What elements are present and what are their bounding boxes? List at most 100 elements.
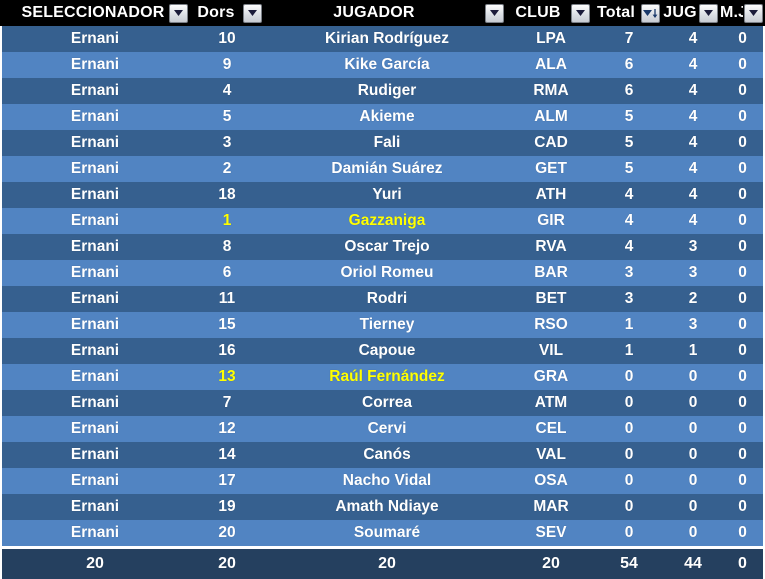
cell-jugador: Oscar Trejo	[344, 238, 430, 255]
table-row[interactable]: Ernani 14 Canós VAL 0 0 0	[2, 442, 763, 468]
cell-total: 1	[624, 316, 634, 333]
table-row[interactable]: Ernani 6 Oriol Romeu BAR 3 3 0	[2, 260, 763, 286]
cell-mj: 0	[738, 108, 747, 125]
cell-total: 7	[624, 30, 634, 47]
cell-club: ALM	[534, 108, 568, 125]
cell-seleccionador: Ernani	[70, 212, 120, 229]
table-row[interactable]: Ernani 11 Rodri BET 3 2 0	[2, 286, 763, 312]
filter-dropdown-icon-jugador[interactable]	[485, 3, 504, 23]
cell-jug: 3	[688, 238, 698, 255]
column-header-total[interactable]: Total	[592, 0, 662, 26]
table-row[interactable]: Ernani 4 Rudiger RMA 6 4 0	[2, 78, 763, 104]
column-header-dorsal[interactable]: Dors	[190, 0, 264, 26]
column-header-label-jugador: JUGADOR	[333, 4, 415, 21]
cell-jug: 4	[688, 30, 698, 47]
cell-total: 5	[624, 160, 634, 177]
table-row[interactable]: Ernani 13 Raúl Fernández GRA 0 0 0	[2, 364, 763, 390]
cell-seleccionador: Ernani	[70, 472, 120, 489]
cell-club: ALA	[535, 56, 567, 73]
cell-jugador: Nacho Vidal	[342, 472, 432, 489]
cell-dorsal: 11	[218, 290, 236, 307]
cell-jug: 4	[688, 82, 698, 99]
cell-seleccionador: Ernani	[70, 420, 120, 437]
cell-dorsal: 20	[218, 524, 236, 541]
filter-dropdown-icon-dorsal[interactable]	[243, 3, 262, 23]
table-row[interactable]: Ernani 7 Correa ATM 0 0 0	[2, 390, 763, 416]
column-header-label-total: Total	[596, 4, 636, 21]
cell-dorsal: 19	[218, 498, 236, 515]
column-header-jugador[interactable]: JUGADOR	[264, 0, 506, 26]
cell-seleccionador: Ernani	[70, 108, 120, 125]
cell-club: SEV	[535, 524, 567, 541]
table-row[interactable]: Ernani 2 Damián Suárez GET 5 4 0	[2, 156, 763, 182]
table-body: Ernani 10 Kirian Rodríguez LPA 7 4 0 Ernani 9 Kik…	[0, 26, 765, 579]
cell-mj: 0	[738, 212, 747, 229]
cell-club: BET	[535, 290, 567, 307]
table-row[interactable]: Ernani 10 Kirian Rodríguez LPA 7 4 0	[2, 26, 763, 52]
cell-dorsal: 12	[218, 420, 236, 437]
cell-total: 4	[624, 212, 634, 229]
cell-seleccionador: Ernani	[70, 290, 120, 307]
table-row[interactable]: Ernani 19 Amath Ndiaye MAR 0 0 0	[2, 494, 763, 520]
column-header-club[interactable]: CLUB	[506, 0, 592, 26]
cell-mj: 0	[738, 368, 747, 385]
table-row[interactable]: Ernani 8 Oscar Trejo RVA 4 3 0	[2, 234, 763, 260]
table-row[interactable]: Ernani 20 Soumaré SEV 0 0 0	[2, 520, 763, 546]
cell-jugador: Correa	[362, 394, 412, 411]
table-row[interactable]: Ernani 17 Nacho Vidal OSA 0 0 0	[2, 468, 763, 494]
cell-total: 3	[624, 290, 634, 307]
cell-jugador: Rudiger	[357, 82, 417, 99]
column-header-jug[interactable]: JUG	[662, 0, 720, 26]
cell-jugador: Kike García	[344, 56, 430, 73]
cell-mj: 0	[738, 56, 747, 73]
cell-total: 0	[624, 446, 634, 463]
filter-dropdown-icon-club[interactable]	[571, 3, 590, 23]
totals-cell-total: 54	[620, 555, 638, 572]
filter-dropdown-icon-jug[interactable]	[699, 3, 718, 23]
cell-mj: 0	[738, 342, 747, 359]
table-row[interactable]: Ernani 12 Cervi CEL 0 0 0	[2, 416, 763, 442]
filter-sort-descending-icon-total[interactable]	[641, 3, 660, 23]
table-row[interactable]: Ernani 1 Gazzaniga GIR 4 4 0	[2, 208, 763, 234]
table-row[interactable]: Ernani 9 Kike García ALA 6 4 0	[2, 52, 763, 78]
cell-jug: 0	[688, 394, 698, 411]
cell-total: 3	[624, 264, 634, 281]
cell-dorsal: 13	[218, 368, 236, 385]
cell-seleccionador: Ernani	[70, 160, 120, 177]
column-header-seleccionador[interactable]: SELECCIONADOR	[0, 0, 190, 26]
cell-club: RSO	[534, 316, 568, 333]
cell-dorsal: 17	[218, 472, 236, 489]
cell-total: 4	[624, 238, 634, 255]
column-header-label-jug: JUG	[663, 4, 697, 21]
cell-club: VAL	[536, 446, 566, 463]
table-row[interactable]: Ernani 5 Akieme ALM 5 4 0	[2, 104, 763, 130]
cell-jug: 4	[688, 108, 698, 125]
cell-club: GIR	[537, 212, 565, 229]
cell-jugador: Yuri	[372, 186, 402, 203]
table-row[interactable]: Ernani 15 Tierney RSO 1 3 0	[2, 312, 763, 338]
cell-jug: 0	[688, 524, 698, 541]
table-row[interactable]: Ernani 18 Yuri ATH 4 4 0	[2, 182, 763, 208]
cell-total: 0	[624, 394, 634, 411]
cell-mj: 0	[738, 316, 747, 333]
cell-seleccionador: Ernani	[70, 446, 120, 463]
cell-total: 6	[624, 56, 634, 73]
filter-dropdown-icon-mj[interactable]	[744, 3, 763, 23]
column-header-mj[interactable]: M.J.	[720, 0, 765, 26]
cell-jugador: Rodri	[366, 290, 408, 307]
table-row[interactable]: Ernani 3 Fali CAD 5 4 0	[2, 130, 763, 156]
filter-dropdown-icon-seleccionador[interactable]	[169, 3, 188, 23]
cell-jug: 2	[688, 290, 698, 307]
cell-dorsal: 4	[222, 82, 232, 99]
cell-club: CEL	[535, 420, 567, 437]
cell-jug: 0	[688, 472, 698, 489]
cell-jugador: Raúl Fernández	[329, 368, 445, 385]
cell-total: 0	[624, 420, 634, 437]
cell-dorsal: 5	[222, 108, 232, 125]
cell-dorsal: 15	[218, 316, 236, 333]
cell-jug: 3	[688, 316, 698, 333]
table-row[interactable]: Ernani 16 Capoue VIL 1 1 0	[2, 338, 763, 364]
cell-club: CAD	[534, 134, 568, 151]
cell-total: 5	[624, 134, 634, 151]
cell-seleccionador: Ernani	[70, 342, 120, 359]
